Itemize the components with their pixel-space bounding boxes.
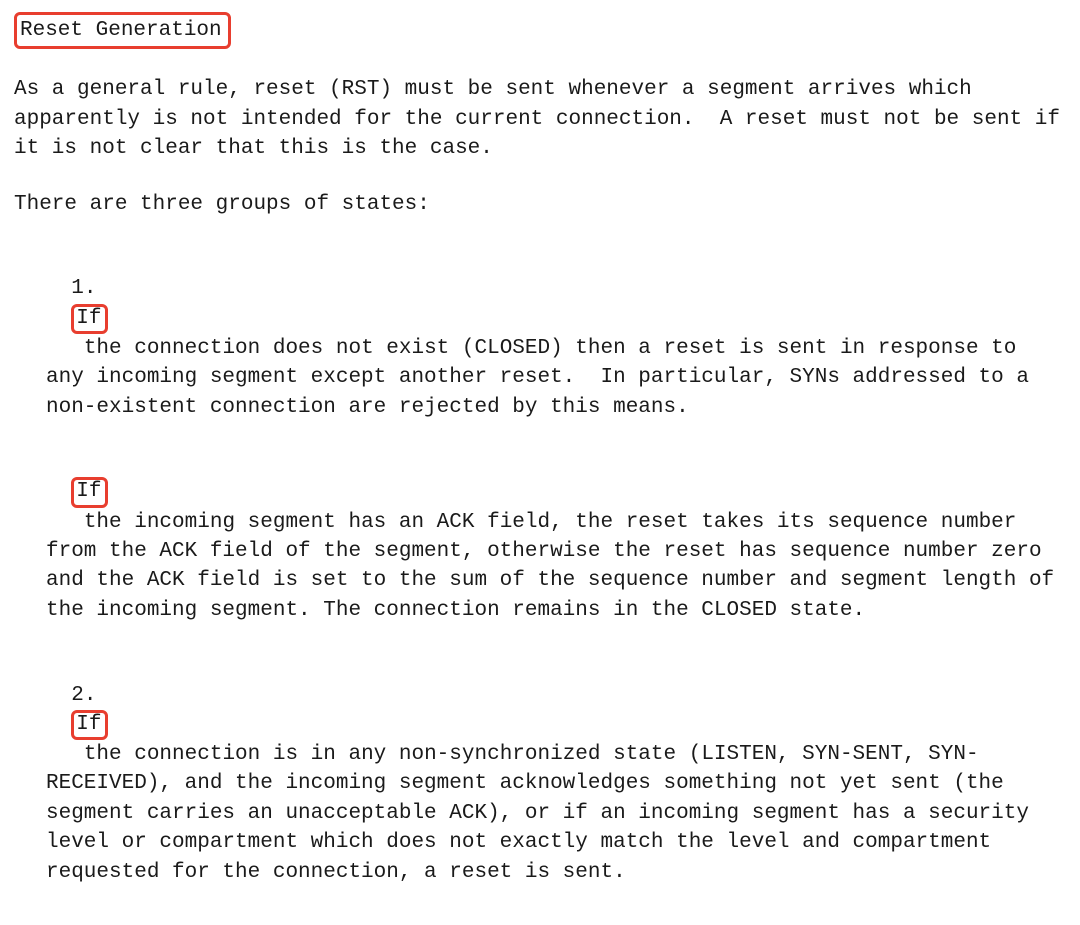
if-highlight: If bbox=[71, 710, 108, 740]
list-item-1-extra: If the incoming segment has an ACK field… bbox=[14, 448, 1066, 625]
item-number: 1. bbox=[71, 277, 109, 300]
item-extra-body: the incoming segment has an ACK field, t… bbox=[46, 511, 1067, 622]
if-highlight: If bbox=[71, 304, 108, 334]
section-title: Reset Generation bbox=[14, 12, 1066, 49]
intro-paragraph: As a general rule, reset (RST) must be s… bbox=[14, 75, 1066, 163]
list-item-1: 1. If the connection does not exist (CLO… bbox=[14, 245, 1066, 422]
item-body: the connection is in any non-synchronize… bbox=[46, 743, 1042, 884]
lead-sentence: There are three groups of states: bbox=[14, 190, 1066, 219]
title-highlight: Reset Generation bbox=[14, 12, 231, 49]
item-number: 2. bbox=[71, 684, 109, 707]
if-highlight: If bbox=[71, 477, 108, 507]
list-item-2: 2. If the connection is in any non-synch… bbox=[14, 651, 1066, 887]
item-body: the connection does not exist (CLOSED) t… bbox=[46, 337, 1042, 419]
